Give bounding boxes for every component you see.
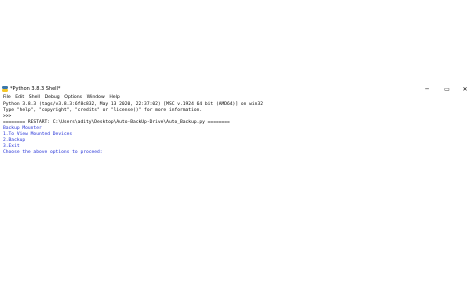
python-logo-icon [2,86,8,92]
desktop-background [0,0,474,84]
menu-file[interactable]: File [0,94,13,102]
menu-window[interactable]: Window [84,94,107,102]
shell-text-area[interactable]: Python 3.8.3 (tags/v3.8.3:6f8c832, May 1… [0,102,470,296]
menu-shell[interactable]: Shell [26,94,42,102]
close-button[interactable]: ✕ [458,84,472,94]
minimize-button[interactable]: ─ [420,84,434,94]
maximize-button[interactable]: ▭ [440,84,454,94]
menu-edit[interactable]: Edit [13,94,27,102]
menu-help[interactable]: Help [107,94,122,102]
shell-info-line: Type "help", "copyright", "credits" or "… [3,108,203,113]
vertical-scrollbar[interactable] [470,102,474,296]
output-line: Choose the above options to proceed: [3,150,103,155]
window-title: *Python 3.8.3 Shell* [10,86,61,92]
menu-bar: File Edit Shell Debug Options Window Hel… [0,94,474,102]
idle-shell-window: *Python 3.8.3 Shell* ─ ▭ ✕ File Edit She… [0,84,474,296]
title-bar[interactable]: *Python 3.8.3 Shell* ─ ▭ ✕ [0,84,474,94]
menu-debug[interactable]: Debug [42,94,62,102]
menu-options[interactable]: Options [62,94,84,102]
